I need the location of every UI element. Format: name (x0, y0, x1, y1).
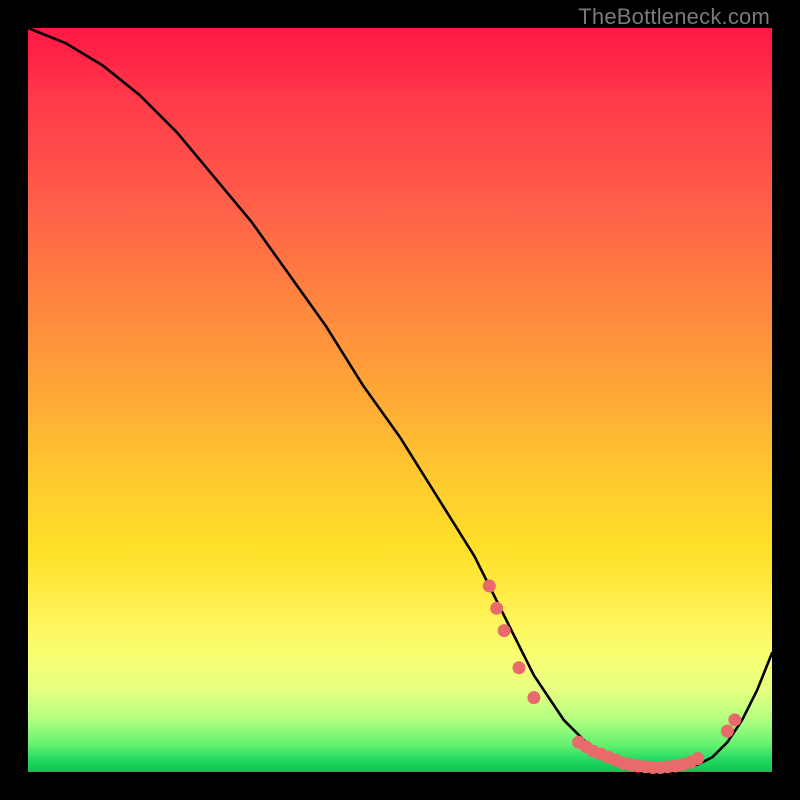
marker-dot (490, 602, 503, 615)
marker-dot (691, 752, 704, 765)
marker-dot (483, 580, 496, 593)
chart-frame: TheBottleneck.com (0, 0, 800, 800)
marker-dot (728, 713, 741, 726)
line-series (28, 28, 772, 769)
marker-dot (721, 725, 734, 738)
plot-area (28, 28, 772, 772)
marker-dot (527, 691, 540, 704)
chart-svg (28, 28, 772, 772)
marker-dot (498, 624, 511, 637)
watermark-text: TheBottleneck.com (578, 4, 770, 30)
marker-group (483, 580, 742, 775)
marker-dot (513, 661, 526, 674)
